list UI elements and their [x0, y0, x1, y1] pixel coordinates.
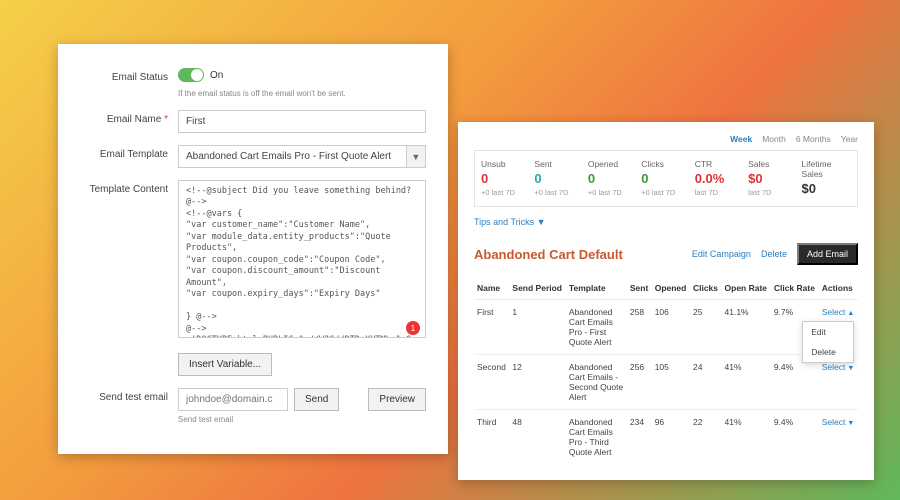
insert-variable-button[interactable]: Insert Variable...: [178, 353, 272, 376]
template-content-textarea[interactable]: <!--@subject Did you leave something beh…: [178, 180, 426, 338]
test-email-input[interactable]: [178, 388, 288, 411]
period-week[interactable]: Week: [730, 134, 752, 144]
menu-item-delete[interactable]: Delete: [803, 342, 853, 362]
stat-unsub: Unsub0+0 last 7D: [481, 159, 530, 198]
email-status-hint: If the email status is off the email won…: [178, 89, 426, 98]
col-template: Template: [566, 277, 627, 300]
col-opened: Opened: [652, 277, 690, 300]
preview-button[interactable]: Preview: [368, 388, 426, 411]
send-test-button[interactable]: Send: [294, 388, 339, 411]
send-test-label: Send test email: [80, 388, 178, 403]
table-row: Third48Abandoned Cart Emails Pro - Third…: [474, 410, 858, 465]
add-email-button[interactable]: Add Email: [797, 243, 858, 265]
col-sent: Sent: [627, 277, 652, 300]
actions-menu: EditDelete: [802, 321, 854, 363]
stats-bar: Unsub0+0 last 7DSent0+0 last 7DOpened0+0…: [474, 150, 858, 207]
send-test-hint: Send test email: [178, 415, 426, 424]
email-template-select[interactable]: Abandoned Cart Emails Pro - First Quote …: [178, 145, 406, 168]
row-actions-select[interactable]: Select▼: [822, 417, 855, 427]
campaign-panel: Week Month 6 Months Year Unsub0+0 last 7…: [458, 122, 874, 480]
campaign-title: Abandoned Cart Default: [474, 247, 623, 262]
email-template-label: Email Template: [80, 145, 178, 160]
col-click-rate: Click Rate: [771, 277, 819, 300]
delete-campaign-link[interactable]: Delete: [761, 249, 787, 259]
edit-campaign-link[interactable]: Edit Campaign: [692, 249, 751, 259]
stat-opened: Opened0+0 last 7D: [588, 159, 637, 198]
menu-item-edit[interactable]: Edit: [803, 322, 853, 342]
period-6months[interactable]: 6 Months: [796, 134, 831, 144]
row-actions-select[interactable]: Select▼: [822, 362, 855, 372]
email-status-toggle[interactable]: [178, 68, 204, 82]
stat-clicks: Clicks0+0 last 7D: [641, 159, 690, 198]
emails-table: NameSend PeriodTemplateSentOpenedClicksO…: [474, 277, 858, 464]
col-name: Name: [474, 277, 509, 300]
period-month[interactable]: Month: [762, 134, 786, 144]
row-actions-select[interactable]: Select▲EditDelete: [822, 307, 855, 317]
email-status-value: On: [210, 70, 223, 81]
col-open-rate: Open Rate: [722, 277, 771, 300]
stat-sales: Sales$0last 7D: [748, 159, 797, 198]
error-badge: 1: [406, 321, 420, 335]
period-year[interactable]: Year: [841, 134, 858, 144]
stat-ctr: CTR0.0%last 7D: [695, 159, 744, 198]
period-tabs: Week Month 6 Months Year: [474, 134, 858, 144]
col-clicks: Clicks: [690, 277, 722, 300]
email-edit-panel: Email Status On If the email status is o…: [58, 44, 448, 454]
email-name-input[interactable]: [178, 110, 426, 133]
stat-sent: Sent0+0 last 7D: [534, 159, 583, 198]
template-content-label: Template Content: [80, 180, 178, 195]
email-status-label: Email Status: [80, 68, 178, 83]
table-row: First1Abandoned Cart Emails Pro - First …: [474, 300, 858, 355]
tips-link[interactable]: Tips and Tricks ▼: [474, 217, 858, 227]
stat-lifetime-sales: Lifetime Sales$0: [802, 159, 851, 198]
table-row: Second12Abandoned Cart Emails - Second Q…: [474, 355, 858, 410]
col-actions: Actions: [819, 277, 858, 300]
chevron-down-icon[interactable]: ▼: [406, 145, 426, 168]
email-name-label: Email Name *: [80, 110, 178, 125]
col-send-period: Send Period: [509, 277, 566, 300]
